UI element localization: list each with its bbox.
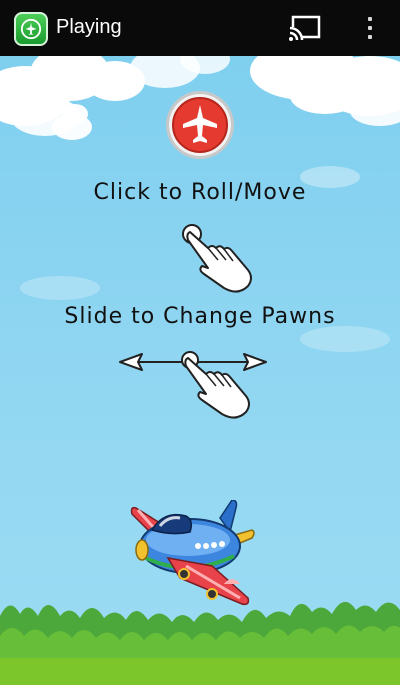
app-bar: Playing <box>0 0 400 56</box>
instruction-tap: Click to Roll/Move <box>93 180 307 205</box>
tap-hand-icon <box>182 224 252 293</box>
cartoon-airplane <box>130 500 255 606</box>
menu-dot <box>368 16 372 21</box>
instruction-slide: Slide to Change Pawns <box>64 304 336 329</box>
airplane-badge-icon <box>166 91 234 159</box>
overflow-menu-icon[interactable] <box>360 14 380 42</box>
airplane-app-icon[interactable] <box>14 12 48 46</box>
swipe-hand-icon <box>119 351 267 419</box>
tutorial-screen[interactable]: Click to Roll/Move Slide to Change Pawns <box>0 56 400 685</box>
cast-icon[interactable] <box>288 14 322 42</box>
app-title: Playing <box>56 16 122 38</box>
menu-dot <box>368 25 372 30</box>
menu-dot <box>368 35 372 40</box>
